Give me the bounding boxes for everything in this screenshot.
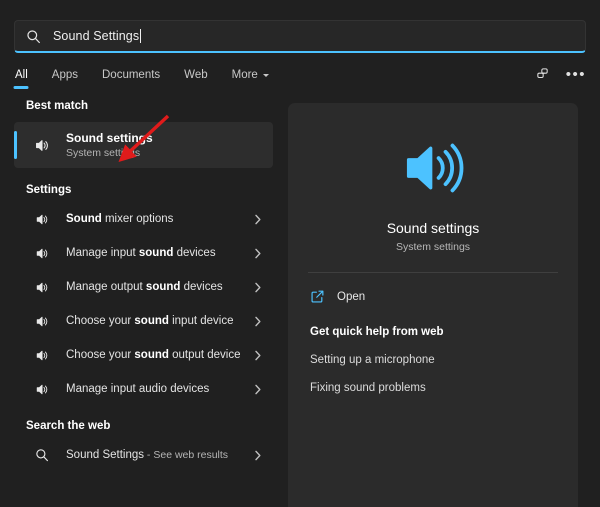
speaker-icon <box>32 243 52 263</box>
list-item-sound-mixer-options[interactable]: Sound mixer options <box>14 202 273 236</box>
chevron-right-icon[interactable] <box>251 350 265 361</box>
chevron-right-icon[interactable] <box>251 384 265 395</box>
settings-results-list: Sound mixer options Manage input sound d… <box>0 202 283 406</box>
tab-web-label: Web <box>184 69 207 81</box>
search-input-value: Sound Settings <box>53 29 139 43</box>
speaker-icon <box>32 135 52 155</box>
results-column: Best match Sound settings System setting… <box>0 100 283 507</box>
search-box-container: Sound Settings <box>14 20 586 53</box>
filter-tabs: All Apps Documents Web More <box>14 66 270 89</box>
text-cursor <box>140 29 141 43</box>
tab-all-label: All <box>15 69 28 81</box>
list-item-manage-input-sound-devices[interactable]: Manage input sound devices <box>14 236 273 270</box>
chevron-right-icon[interactable] <box>251 316 265 327</box>
selection-indicator <box>14 131 17 159</box>
chevron-right-icon[interactable] <box>251 450 265 461</box>
chevron-down-icon <box>263 74 269 77</box>
list-item-label: Choose your sound input device <box>66 315 251 327</box>
speaker-icon <box>32 277 52 297</box>
list-item-sound-settings-web-results[interactable]: Sound Settings - See web results <box>14 438 273 472</box>
chevron-right-icon[interactable] <box>251 248 265 259</box>
web-results-list: Sound Settings - See web results <box>0 438 283 472</box>
match-highlight: sound <box>134 315 169 327</box>
windows-search-window: Sound Settings All Apps Documents Web Mo… <box>0 0 600 507</box>
preview-subtitle: System settings <box>396 241 470 253</box>
speaker-icon <box>32 379 52 399</box>
chevron-right-icon[interactable] <box>251 282 265 293</box>
tab-web[interactable]: Web <box>183 66 208 89</box>
list-item-label: Sound mixer options <box>66 213 251 225</box>
open-button-label: Open <box>337 291 365 303</box>
help-link-fixing-sound-problems[interactable]: Fixing sound problems <box>308 382 558 394</box>
settings-section-header: Settings <box>0 184 283 196</box>
match-highlight: sound <box>146 281 181 293</box>
preview-panel: Sound settings System settings Open Get … <box>288 103 578 507</box>
tab-apps[interactable]: Apps <box>51 66 79 89</box>
list-item-choose-your-sound-input-device[interactable]: Choose your sound input device <box>14 304 273 338</box>
list-item-choose-your-sound-output-device[interactable]: Choose your sound output device <box>14 338 273 372</box>
list-item-manage-input-audio-devices[interactable]: Manage input audio devices <box>14 372 273 406</box>
best-match-title: Sound settings <box>66 131 153 145</box>
list-item-manage-output-sound-devices[interactable]: Manage output sound devices <box>14 270 273 304</box>
external-link-icon <box>310 289 325 304</box>
speaker-icon <box>32 345 52 365</box>
quick-help-header: Get quick help from web <box>308 326 558 338</box>
tab-all[interactable]: All <box>14 66 29 89</box>
speaker-icon <box>400 135 466 206</box>
best-match-result-sound-settings[interactable]: Sound settings System settings <box>14 122 273 168</box>
preview-hero: Sound settings System settings <box>308 121 558 253</box>
best-match-text: Sound settings System settings <box>66 131 153 159</box>
chevron-right-icon[interactable] <box>251 214 265 225</box>
list-item-label: Manage output sound devices <box>66 281 251 293</box>
best-match-subtitle: System settings <box>66 147 153 159</box>
match-highlight: Sound <box>66 213 102 225</box>
search-icon <box>32 445 52 465</box>
search-input[interactable]: Sound Settings <box>14 20 586 53</box>
search-icon <box>25 28 41 44</box>
speaker-icon <box>32 209 52 229</box>
list-item-label: Choose your sound output device <box>66 349 251 361</box>
tab-more[interactable]: More <box>231 66 270 89</box>
list-item-label: Manage input sound devices <box>66 247 251 259</box>
match-highlight: sound <box>139 247 174 259</box>
help-link-setting-up-a-microphone[interactable]: Setting up a microphone <box>308 354 558 366</box>
filter-tabs-bar: All Apps Documents Web More <box>14 63 586 91</box>
tab-documents[interactable]: Documents <box>101 66 161 89</box>
tab-more-label: More <box>232 69 258 81</box>
tab-apps-label: Apps <box>52 69 78 81</box>
speaker-icon <box>32 311 52 331</box>
best-match-header: Best match <box>0 100 283 112</box>
list-item-label: Manage input audio devices <box>66 383 251 395</box>
more-options-icon[interactable]: ••• <box>566 71 586 79</box>
tab-documents-label: Documents <box>102 69 160 81</box>
tabs-actions: ••• <box>535 67 586 87</box>
preview-title: Sound settings <box>387 220 480 236</box>
feedback-icon[interactable] <box>535 67 550 82</box>
search-the-web-header: Search the web <box>0 420 283 432</box>
match-highlight: sound <box>134 349 169 361</box>
open-button[interactable]: Open <box>308 273 558 304</box>
list-item-label: Sound Settings - See web results <box>66 449 251 461</box>
